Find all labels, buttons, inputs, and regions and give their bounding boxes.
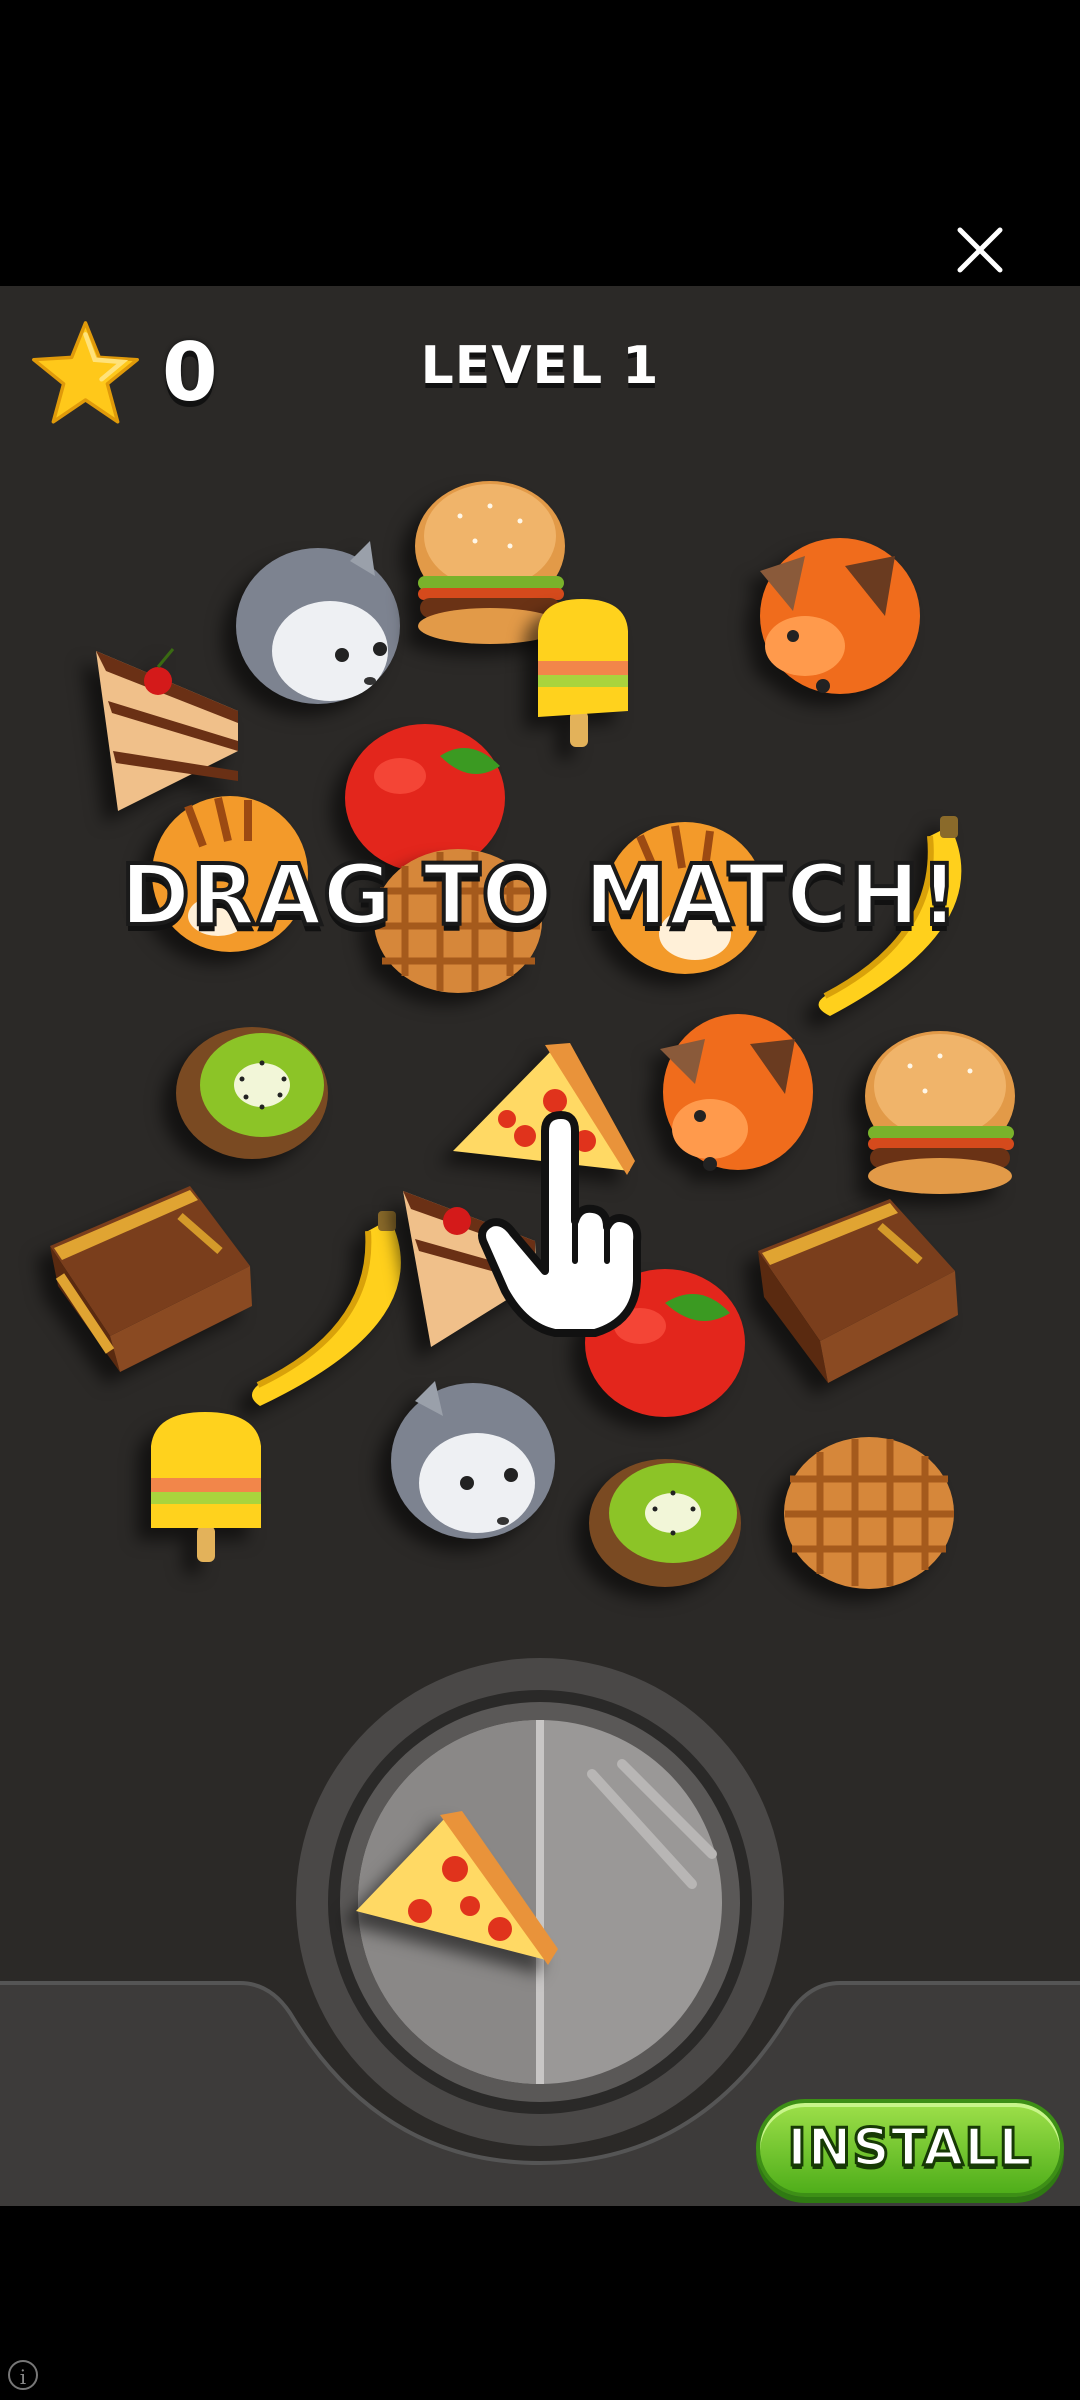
waffle-item[interactable] [780, 1434, 958, 1592]
fox-item[interactable] [745, 526, 925, 701]
close-icon[interactable] [950, 220, 1010, 280]
burger-item[interactable] [860, 1026, 1020, 1201]
hamster-item[interactable] [230, 531, 405, 711]
game-board: 0 LEVEL 1 DRAG TO MATCH! INSTALL [0, 286, 1080, 2206]
treasure-chest-item[interactable] [750, 1191, 965, 1391]
info-icon[interactable]: i [8, 2360, 38, 2390]
popsicle-item[interactable] [145, 1406, 270, 1566]
fox-item[interactable] [650, 1004, 815, 1174]
treasure-chest-item[interactable] [40, 1176, 260, 1376]
install-label: INSTALL [786, 2117, 1033, 2180]
hand-pointer-icon [478, 1111, 642, 1337]
hamster-item[interactable] [385, 1371, 560, 1546]
level-label: LEVEL 1 [0, 336, 1080, 396]
kiwi-item[interactable] [172, 1021, 330, 1161]
kiwi-item[interactable] [585, 1451, 745, 1591]
level-text: LEVEL 1 [420, 336, 660, 396]
install-button[interactable]: INSTALL [756, 2099, 1064, 2197]
drag-to-match-hint: DRAG TO MATCH! [118, 844, 960, 946]
popsicle-item[interactable] [520, 591, 645, 751]
held-pizza-slice[interactable] [350, 1811, 560, 1981]
